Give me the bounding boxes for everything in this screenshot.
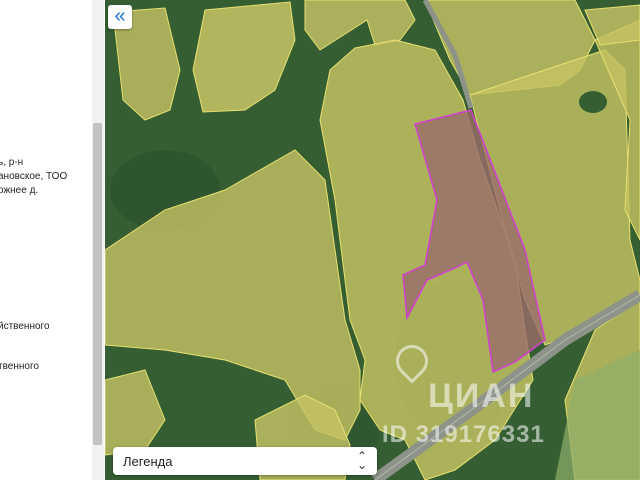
- info-text-line: ановское, ТОО: [0, 171, 68, 182]
- collapse-panel-button[interactable]: «: [108, 5, 132, 29]
- satellite-map[interactable]: [105, 0, 640, 480]
- info-text-line: ь, р-н: [0, 157, 24, 168]
- legend-label: Легенда: [123, 454, 173, 469]
- tree-clump: [579, 91, 607, 113]
- legend-dropdown[interactable]: Легенда ⌃ ⌄: [113, 447, 377, 475]
- info-text-line: твенного: [0, 361, 39, 372]
- info-panel: ь, р-н ановское, ТОО ожнее д. йственного…: [0, 0, 105, 480]
- map-layer: [105, 0, 640, 480]
- scrollbar-thumb[interactable]: [93, 123, 102, 445]
- info-text-line: йственного: [0, 321, 50, 332]
- chevron-up-down-icon: ⌃ ⌄: [356, 449, 367, 472]
- double-chevron-left-icon: «: [114, 5, 126, 27]
- info-text-line: ожнее д.: [0, 185, 39, 196]
